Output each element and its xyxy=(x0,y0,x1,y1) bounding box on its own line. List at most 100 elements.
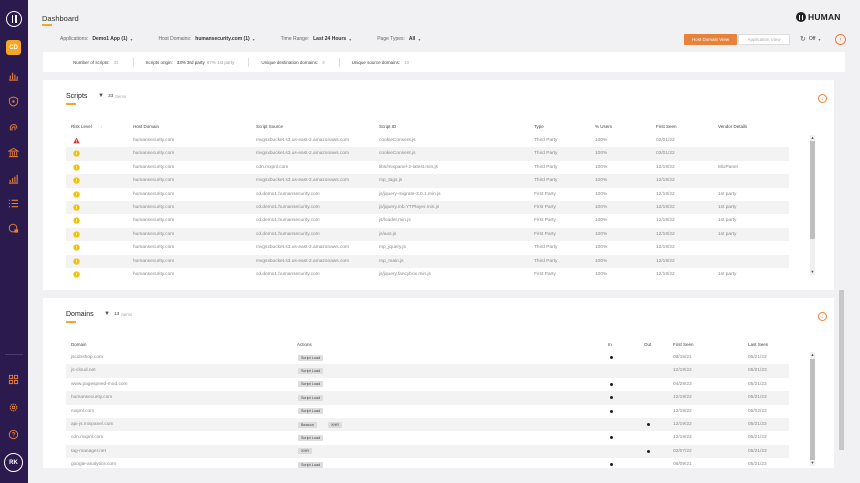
table-row[interactable]: mxpnl.com Script Load 12/19/22 05/02/23 xyxy=(66,405,789,418)
users-cell: 100% xyxy=(595,245,608,251)
table-row[interactable]: cdn.mxpnl.com Script Load 12/19/22 05/21/23 xyxy=(66,431,789,444)
users-cell: 100% xyxy=(595,191,608,197)
column-header-users[interactable]: % Users xyxy=(595,124,612,129)
scroll-up-icon[interactable]: ▲ xyxy=(810,135,815,140)
page-scrollbar-thumb[interactable] xyxy=(839,290,844,450)
host-domain-cell: humansecurity.com xyxy=(133,258,175,264)
first-seen-cell: 12/19/22 xyxy=(673,368,692,374)
fingerprint-icon[interactable] xyxy=(8,122,19,133)
column-header-actions[interactable]: Actions xyxy=(297,342,312,347)
time-range-filter[interactable]: Time Range: Last 24 Hours ▾ xyxy=(281,36,352,42)
table-row[interactable]: js-cloud.net Script Load 12/19/22 05/21/23 xyxy=(66,364,789,378)
collapse-icon[interactable]: ‹ xyxy=(835,34,846,45)
script-id-cell: js/jquery-migrate-3.0.1.min.js xyxy=(379,191,441,197)
users-cell: 100% xyxy=(595,272,608,277)
refresh-dropdown[interactable]: ↻ Off ▾ xyxy=(800,35,820,43)
table-row[interactable]: humansecurity.com mvgsxbucket.s3.us-east-… xyxy=(66,147,789,161)
script-id-cell: libs/mixpanel-2-latest.min.js xyxy=(379,164,438,170)
domains-title: Domains xyxy=(66,311,94,318)
host-domains-filter[interactable]: Host Domains: humansecurity.com (1) ▾ xyxy=(158,36,254,42)
domain-cell: cdn.mxpnl.com xyxy=(71,435,104,441)
table-row[interactable]: jscdnshop.com Script Load 09/15/21 05/21/23 xyxy=(66,351,789,364)
users-cell: 100% xyxy=(595,178,608,184)
column-header-in[interactable]: In xyxy=(608,342,612,347)
column-header-last-seen[interactable]: Last Seen xyxy=(748,342,768,347)
list-icon[interactable] xyxy=(8,198,19,209)
table-row[interactable]: humansecurity.com cd.demo1.humansecurity.… xyxy=(66,268,789,281)
avatar[interactable]: RK xyxy=(4,453,23,472)
column-header-first-seen[interactable]: First Seen xyxy=(656,124,677,129)
table-row[interactable]: humansecurity.com cd.demo1.humansecurity.… xyxy=(66,188,789,201)
action-tag: Script Load xyxy=(298,367,324,374)
filter-label: Host Domains: xyxy=(158,36,192,42)
scroll-down-icon[interactable]: ▼ xyxy=(810,460,815,465)
title-underline xyxy=(66,103,76,105)
table-row[interactable]: google-analytics.com Script Load 06/09/21 0… xyxy=(66,458,789,471)
host-domain-cell: humansecurity.com xyxy=(133,151,175,157)
scroll-down-icon[interactable]: ▼ xyxy=(810,269,815,274)
human-logo-icon[interactable] xyxy=(6,11,22,27)
scripts-filter[interactable]: ▼ 33 Items xyxy=(98,93,126,99)
table-row[interactable]: www.pagespeed-mod.com Script Load 04/28/23… xyxy=(66,378,789,391)
shield-icon[interactable] xyxy=(8,96,19,107)
table-row[interactable]: humansecurity.com mvgsxbucket.s3.us-east-… xyxy=(66,174,789,188)
column-header-script-id[interactable]: Script ID xyxy=(379,124,396,129)
filter-bar: Applications: Demo1 App (1) ▾ Host Domai… xyxy=(60,36,446,42)
bank-icon[interactable] xyxy=(8,147,19,158)
filter-label: Time Range: xyxy=(280,36,310,42)
host-domain-cell: humansecurity.com xyxy=(133,164,175,170)
risk-medium-icon xyxy=(73,257,80,265)
page-types-filter[interactable]: Page Types: All ▾ xyxy=(377,36,420,42)
table-row[interactable]: humansecurity.com mvgsxbucket.s3.us-east-… xyxy=(66,241,789,254)
type-cell: Third Party xyxy=(534,178,558,184)
table-row[interactable]: humansecurity.com cd.demo1.humansecurity.… xyxy=(66,227,789,242)
table-row[interactable]: humansecurity.com mvgsxbucket.s3.us-east-… xyxy=(66,134,789,147)
type-cell: First Party xyxy=(534,205,556,210)
scripts-scrollbar[interactable]: ▲ ▼ xyxy=(810,135,815,275)
domains-scrollbar[interactable]: ▲ ▼ xyxy=(810,352,815,466)
application-view-button[interactable]: Application View xyxy=(738,34,790,45)
table-row[interactable]: api-js.mixpanel.com Beacon XHR 12/19/22 05/2… xyxy=(66,418,789,432)
page-scrollbar[interactable] xyxy=(838,52,846,472)
stats-icon[interactable] xyxy=(8,173,19,184)
app-badge[interactable]: CD xyxy=(6,40,21,55)
sort-icon[interactable]: ↓ xyxy=(100,124,102,129)
grid-icon[interactable] xyxy=(8,374,19,385)
column-header-script-source[interactable]: Script Source xyxy=(256,124,283,129)
host-domain-view-button[interactable]: Host Domain View xyxy=(684,34,737,45)
host-domain-cell: humansecurity.com xyxy=(133,178,175,184)
download-icon[interactable]: ↓ xyxy=(818,94,827,103)
download-icon[interactable]: ↓ xyxy=(818,312,827,321)
table-row[interactable]: humansecurity.com mvgsxbucket.s3.us-east-… xyxy=(66,254,789,268)
table-row[interactable]: humansecurity.com cd.demo1.humansecurity.… xyxy=(66,214,789,227)
column-header-out[interactable]: Out xyxy=(644,342,651,347)
users-cell: 100% xyxy=(595,205,608,210)
column-header-domain[interactable]: Domain xyxy=(71,342,87,347)
script-source-cell: mvgsxbucket.s3.us-east-2.amazonaws.com xyxy=(256,138,350,143)
table-row[interactable]: humansecurity.com cdn.mxpnl.com libs/mixpa… xyxy=(66,161,789,174)
column-header-vendor-details[interactable]: Vendor Details xyxy=(718,124,747,129)
domains-filter[interactable]: ▼ 13 Items xyxy=(104,311,132,317)
action-tag: Script Load xyxy=(298,408,324,415)
table-row[interactable]: humansecurity.com cd.demo1.humansecurity.… xyxy=(66,201,789,215)
column-header-first-seen[interactable]: First Seen xyxy=(673,342,694,347)
scrollbar-thumb[interactable] xyxy=(810,141,815,239)
gear-icon[interactable] xyxy=(8,402,19,413)
table-row[interactable]: tag-manager.net XHR 02/07/22 05/21/23 xyxy=(66,444,789,459)
script-id-cell: js/jquery.fancybox.min.js xyxy=(379,272,431,277)
column-header-host-domain[interactable]: Host Domain xyxy=(133,124,159,129)
script-id-cell: cookieConsent.js xyxy=(379,151,416,157)
help-icon[interactable] xyxy=(8,429,19,440)
first-seen-cell: 03/01/22 xyxy=(656,151,675,157)
brand-logo: HUMAN xyxy=(796,12,841,22)
column-header-risk-level[interactable]: Risk Level xyxy=(71,124,92,129)
globe-lock-icon[interactable] xyxy=(8,223,19,234)
scrollbar-thumb[interactable] xyxy=(810,359,815,460)
applications-filter[interactable]: Applications: Demo1 App (1) ▾ xyxy=(60,36,132,42)
chart-bar-icon[interactable] xyxy=(8,70,19,81)
table-row[interactable]: humansecurity.com Script Load 12/19/22 05/2… xyxy=(66,391,789,405)
first-seen-cell: 12/19/22 xyxy=(673,435,692,441)
title-underline xyxy=(66,321,76,323)
column-header-type[interactable]: Type xyxy=(534,124,544,129)
scroll-up-icon[interactable]: ▲ xyxy=(810,352,815,357)
